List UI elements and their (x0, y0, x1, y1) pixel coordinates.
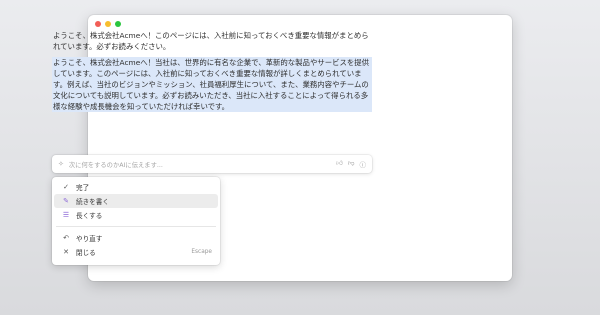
close-window-button[interactable] (95, 21, 101, 27)
menu-item-redo[interactable]: ↶ やり直す (54, 231, 218, 245)
menu-item-make-longer[interactable]: ☰ 長くする (54, 208, 218, 222)
thumbs-up-icon[interactable]: 👍︎ (336, 159, 343, 169)
undo-icon: ↶ (63, 234, 69, 242)
document-body[interactable]: ようこそ、株式会社Acmeへ！このページには、入社前に知っておくべき重要な情報が… (52, 30, 372, 112)
close-icon: ✕ (63, 248, 69, 256)
selected-paragraph[interactable]: ようこそ、株式会社Acmeへ！当社は、世界的に有名な企業で、革新的な製品やサービ… (52, 57, 372, 112)
minimize-window-button[interactable] (105, 21, 111, 27)
help-icon[interactable]: ⓘ (360, 159, 367, 169)
menu-item-close[interactable]: ✕ 閉じる Escape (54, 245, 218, 259)
menu-divider (56, 226, 216, 227)
intro-paragraph: ようこそ、株式会社Acmeへ！このページには、入社前に知っておくべき重要な情報が… (53, 31, 369, 51)
window-controls (95, 21, 121, 27)
shortcut-hint: Escape (191, 249, 212, 255)
thumbs-down-icon[interactable]: 👎︎ (348, 159, 355, 169)
lines-icon: ☰ (62, 211, 70, 219)
menu-item-label: 閉じる (76, 249, 96, 257)
zoom-window-button[interactable] (115, 21, 121, 27)
ai-prompt-input[interactable]: 次に何をするのかAIに伝えます... (69, 160, 336, 169)
menu-item-label: やり直す (76, 235, 103, 243)
menu-item-continue-writing[interactable]: ✎ 続きを書く (54, 194, 218, 208)
sparkle-icon: ✧ (58, 160, 64, 168)
menu-item-label: 完了 (76, 184, 90, 192)
menu-item-done[interactable]: ✓ 完了 (54, 180, 218, 194)
check-icon: ✓ (63, 183, 69, 191)
pencil-icon: ✎ (63, 197, 69, 205)
ai-action-menu: ✓ 完了 ✎ 続きを書く ☰ 長くする ↶ やり直す ✕ 閉じる Escape (52, 177, 220, 265)
ai-prompt-bar[interactable]: ✧ 次に何をするのかAIに伝えます... 👍︎ 👎︎ ⓘ (52, 155, 372, 173)
menu-item-label: 長くする (76, 212, 103, 220)
menu-item-label: 続きを書く (76, 198, 109, 206)
